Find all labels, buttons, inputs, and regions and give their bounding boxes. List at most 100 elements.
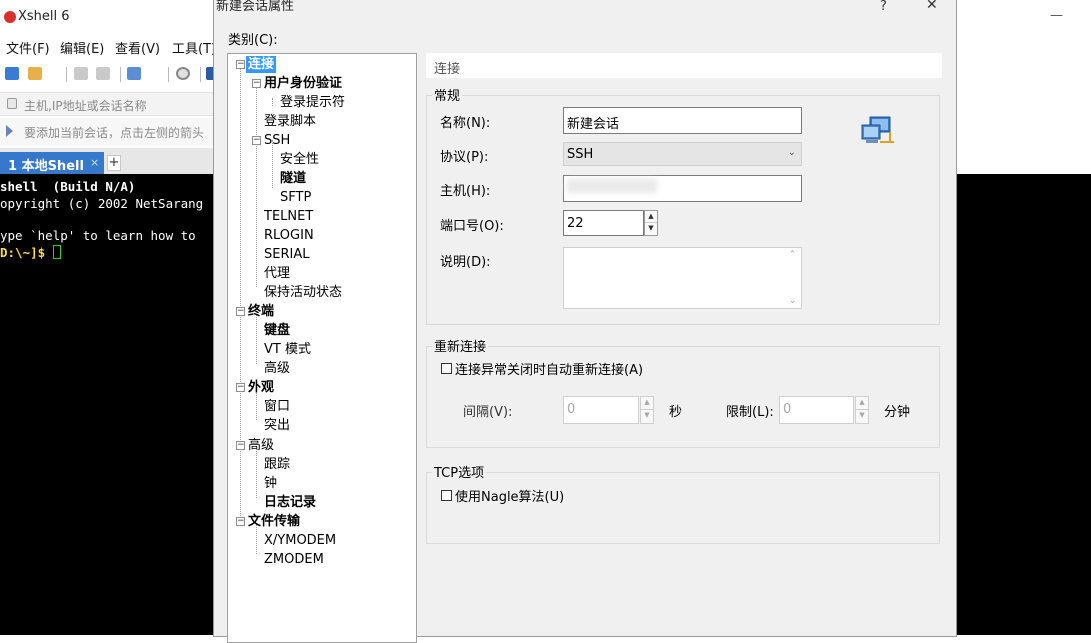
collapse-terminal-toggle[interactable]: − xyxy=(236,307,245,316)
category-label: 类别(C): xyxy=(228,33,278,48)
add-tab-button[interactable]: + xyxy=(107,155,121,171)
menu-tools[interactable]: 工具(T) xyxy=(172,38,216,57)
auto-reconnect-checkbox[interactable] xyxy=(441,363,452,374)
protocol-label: 协议(P): xyxy=(440,150,489,165)
description-textarea[interactable]: ⌃ ⌄ xyxy=(563,247,802,309)
tree-item-rlogin[interactable]: RLOGIN xyxy=(264,227,314,244)
tree-item-security[interactable]: 安全性 xyxy=(280,151,319,168)
hint-text: 要添加当前会话，点击左侧的箭头 xyxy=(24,126,205,140)
terminal-cursor xyxy=(52,244,61,259)
toolbar-separator xyxy=(200,67,201,82)
main-window-right-area xyxy=(956,34,1091,174)
tcp-options-group xyxy=(426,472,940,544)
menu-view[interactable]: 查看(V) xyxy=(115,38,160,57)
connect-icon[interactable] xyxy=(74,67,88,80)
collapse-connection-toggle[interactable]: − xyxy=(236,60,245,69)
tree-item-xymodem[interactable]: X/YMODEM xyxy=(264,532,336,549)
collapse-appearance-toggle[interactable]: − xyxy=(236,383,245,392)
scroll-up-icon[interactable]: ⌃ xyxy=(784,250,801,260)
tree-item-bell[interactable]: 钟 xyxy=(264,475,277,492)
tree-connector xyxy=(256,448,257,498)
properties-icon[interactable] xyxy=(127,67,141,80)
minimize-button[interactable]: — xyxy=(1050,8,1063,23)
limit-up-icon[interactable]: ▲ xyxy=(856,397,868,410)
tree-item-telnet[interactable]: TELNET xyxy=(264,208,313,225)
tree-item-connection[interactable]: 连接 xyxy=(246,56,277,73)
limit-unit: 分钟 xyxy=(884,405,911,420)
host-label: 主机(H): xyxy=(440,184,491,199)
collapse-advanced-toggle[interactable]: − xyxy=(236,441,245,450)
tree-item-file-transfer[interactable]: 文件传输 xyxy=(248,513,300,530)
protocol-value: SSH xyxy=(567,147,594,162)
interval-field[interactable]: 0 xyxy=(563,396,639,424)
terminal-right-area xyxy=(956,174,1091,635)
port-up-icon[interactable]: ▲ xyxy=(645,211,657,223)
new-session-icon[interactable] xyxy=(5,67,19,80)
tree-item-vt-modes[interactable]: VT 模式 xyxy=(264,341,311,358)
network-computers-icon xyxy=(861,116,894,143)
port-field[interactable]: 22 xyxy=(563,210,644,236)
help-button[interactable]: ? xyxy=(880,0,887,14)
terminal-output[interactable]: shell (Build N/A) opyright (c) 2002 NetSa… xyxy=(0,174,220,635)
interval-stepper[interactable]: ▲ ▼ xyxy=(640,396,654,424)
tree-item-terminal[interactable]: 终端 xyxy=(248,303,274,320)
category-tree[interactable]: − − − − − − − 连接 用户身份验证 登录提示符 登录脚本 SSH 安… xyxy=(227,53,417,643)
tree-item-advanced[interactable]: 高级 xyxy=(248,437,274,454)
tab-close-icon[interactable]: × xyxy=(90,156,99,169)
tree-item-login-prompts[interactable]: 登录提示符 xyxy=(280,94,345,111)
protocol-select[interactable]: SSH ⌄ xyxy=(563,142,802,166)
close-button[interactable]: ✕ xyxy=(926,0,938,13)
collapse-ssh-toggle[interactable]: − xyxy=(252,136,261,145)
toolbar-separator xyxy=(66,67,67,82)
port-stepper[interactable]: ▲ ▼ xyxy=(644,210,658,236)
tcp-options-legend: TCP选项 xyxy=(432,462,487,481)
limit-down-icon[interactable]: ▼ xyxy=(856,410,868,423)
nagle-checkbox[interactable] xyxy=(441,490,452,501)
tree-connector xyxy=(256,82,257,287)
tree-item-window[interactable]: 窗口 xyxy=(264,398,290,415)
interval-down-icon[interactable]: ▼ xyxy=(641,410,653,423)
auto-reconnect-label[interactable]: 连接异常关闭时自动重新连接(A) xyxy=(455,359,643,378)
address-bar[interactable]: 主机,IP地址或会话名称 xyxy=(0,92,220,116)
tree-item-appearance[interactable]: 外观 xyxy=(248,379,274,396)
port-down-icon[interactable]: ▼ xyxy=(645,223,657,235)
main-toolbar xyxy=(0,64,220,86)
tree-item-keep-alive[interactable]: 保持活动状态 xyxy=(264,284,342,301)
collapse-auth-toggle[interactable]: − xyxy=(252,79,261,88)
tree-item-terminal-advanced[interactable]: 高级 xyxy=(264,360,290,377)
limit-field[interactable]: 0 xyxy=(779,396,854,424)
chevron-down-icon: ⌄ xyxy=(787,147,796,158)
tree-item-serial[interactable]: SERIAL xyxy=(264,246,309,263)
tree-item-proxy[interactable]: 代理 xyxy=(264,265,290,282)
tree-item-highlight[interactable]: 突出 xyxy=(264,417,290,434)
menu-edit[interactable]: 编辑(E) xyxy=(60,38,104,57)
tree-item-trace[interactable]: 跟踪 xyxy=(264,456,290,473)
limit-stepper[interactable]: ▲ ▼ xyxy=(855,396,869,424)
tree-item-sftp[interactable]: SFTP xyxy=(280,189,311,206)
open-folder-icon[interactable] xyxy=(28,67,42,80)
description-label: 说明(D): xyxy=(440,255,491,270)
tree-item-tunneling[interactable]: 隧道 xyxy=(280,170,306,187)
tree-item-login-scripts[interactable]: 登录脚本 xyxy=(264,113,316,130)
tree-item-zmodem[interactable]: ZMODEM xyxy=(264,551,324,568)
tree-item-ssh[interactable]: SSH xyxy=(264,132,290,149)
nagle-label[interactable]: 使用Nagle算法(U) xyxy=(455,486,564,505)
interval-label: 间隔(V): xyxy=(463,405,513,420)
description-scrollbar[interactable]: ⌃ ⌄ xyxy=(784,248,801,308)
tab-local-shell[interactable]: 1 本地Shell × xyxy=(0,152,104,174)
name-label: 名称(N): xyxy=(440,116,491,131)
collapse-file-transfer-toggle[interactable]: − xyxy=(236,517,245,526)
terminal-line: ype `help' to learn how to xyxy=(0,228,196,243)
tree-item-user-auth[interactable]: 用户身份验证 xyxy=(264,75,342,92)
name-field[interactable]: 新建会话 xyxy=(563,107,802,134)
arrow-icon[interactable] xyxy=(6,125,13,137)
menu-file[interactable]: 文件(F) xyxy=(6,38,50,57)
search-icon[interactable] xyxy=(176,67,190,80)
interval-up-icon[interactable]: ▲ xyxy=(641,397,653,410)
scroll-down-icon[interactable]: ⌄ xyxy=(784,296,801,306)
tree-item-logging[interactable]: 日志记录 xyxy=(264,494,316,511)
interval-unit: 秒 xyxy=(669,405,683,420)
address-input[interactable]: 主机,IP地址或会话名称 xyxy=(24,97,147,114)
tree-item-keyboard[interactable]: 键盘 xyxy=(264,322,290,339)
disconnect-icon[interactable] xyxy=(96,67,110,80)
